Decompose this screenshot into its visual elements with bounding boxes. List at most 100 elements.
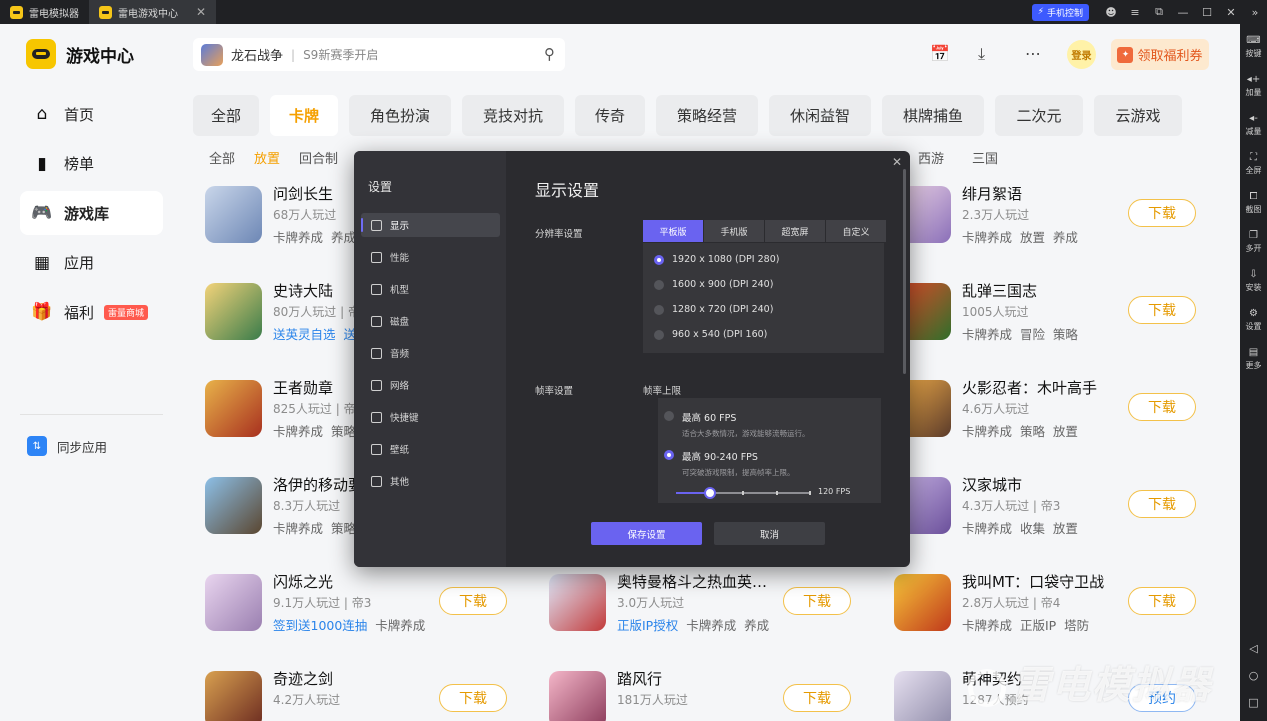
subcategory-tab[interactable]: 西游 [918, 148, 944, 167]
toolbar-settings[interactable]: ⚙ 设置 [1240, 301, 1267, 340]
search-icon[interactable]: ⚲ [544, 45, 555, 63]
category-tab[interactable]: 策略经营 [656, 95, 758, 136]
game-card[interactable]: 踏风行 181万人玩过 下载 [549, 663, 879, 721]
settings-nav-performance[interactable]: 性能 [361, 245, 500, 269]
settings-nav-network[interactable]: 网络 [361, 373, 500, 397]
dialog-close-icon[interactable]: ✕ [892, 155, 902, 169]
game-title[interactable]: 汉家城市 [962, 474, 1022, 495]
calendar-icon[interactable]: 📅 [930, 44, 950, 63]
sync-apps-button[interactable]: ⇅ 同步应用 [27, 436, 107, 456]
game-title[interactable]: 史诗大陆 [273, 280, 333, 301]
game-title[interactable]: 奇迹之剑 [273, 668, 333, 689]
game-card[interactable]: 奇迹之剑 4.2万人玩过 下载 [205, 663, 535, 721]
toolbar-install[interactable]: ⇩ 安装 [1240, 262, 1267, 301]
resolution-option[interactable]: 1920 x 1080 (DPI 280) [654, 254, 779, 265]
sidebar-item-gift[interactable]: 🎁 福利 雷量商城 [20, 290, 163, 334]
settings-scrollbar[interactable] [903, 169, 906, 374]
game-card[interactable]: 乱弹三国志 1005人玩过 卡牌养成 冒险 策略 下载 [894, 275, 1224, 350]
settings-nav-shortcut[interactable]: 快捷键 [361, 405, 500, 429]
minimize-icon[interactable]: — [1171, 0, 1195, 24]
category-tab[interactable]: 全部 [193, 95, 259, 136]
game-icon[interactable] [205, 574, 262, 631]
game-icon[interactable] [894, 671, 951, 721]
game-title[interactable]: 问剑长生 [273, 183, 333, 204]
resolution-tab[interactable]: 超宽屏 [765, 220, 825, 242]
radio-button[interactable] [654, 304, 664, 315]
game-title[interactable]: 火影忍者：木叶高手 [962, 377, 1097, 398]
more-options-icon[interactable]: ⋯ [1025, 44, 1041, 63]
restore-window-icon[interactable]: ⧉ [1147, 0, 1171, 24]
settings-nav-display[interactable]: 显示 [361, 213, 500, 237]
game-icon[interactable] [205, 671, 262, 721]
radio-button[interactable] [654, 279, 664, 290]
sidebar-item-apps[interactable]: ▦ 应用 [20, 241, 163, 285]
game-title[interactable]: 踏风行 [617, 668, 662, 689]
game-icon[interactable] [894, 574, 951, 631]
resolution-option[interactable]: 960 x 540 (DPI 160) [654, 329, 767, 340]
sidebar-item-chart[interactable]: ▮ 榜单 [20, 142, 163, 186]
account-icon[interactable]: ☻ [1099, 0, 1123, 24]
close-window-icon[interactable]: ✕ [1219, 0, 1243, 24]
fps-slider[interactable] [676, 487, 811, 499]
category-tab[interactable]: 传奇 [575, 95, 645, 136]
download-button[interactable]: 下载 [1128, 199, 1196, 227]
download-button[interactable]: 下载 [1128, 296, 1196, 324]
game-icon[interactable] [549, 574, 606, 631]
game-icon[interactable] [205, 283, 262, 340]
game-card[interactable]: 绯月絮语 2.3万人玩过 卡牌养成 放置 养成 下载 [894, 178, 1224, 253]
category-tab[interactable]: 休闲益智 [769, 95, 871, 136]
category-tab[interactable]: 竞技对抗 [462, 95, 564, 136]
login-button[interactable]: 登录 [1067, 40, 1096, 69]
game-icon[interactable] [205, 380, 262, 437]
toolbar-volume-down[interactable]: ◂- 减量 [1240, 106, 1267, 145]
search-bar[interactable]: 龙石战争 | S9新赛季开启 ⚲ [193, 38, 565, 71]
resolution-tab[interactable]: 自定义 [826, 220, 886, 242]
tab-game-center[interactable]: 雷电游戏中心 ✕ [89, 0, 217, 24]
subcategory-tab[interactable]: 全部 [209, 148, 235, 167]
category-tab[interactable]: 卡牌 [270, 95, 338, 136]
toolbar-keyboard[interactable]: ⌨ 按键 [1240, 28, 1267, 67]
tab-close-icon[interactable]: ✕ [196, 5, 206, 19]
phone-control-button[interactable]: ⚡ 手机控制 [1031, 3, 1089, 21]
resolution-tab[interactable]: 平板版 [643, 220, 703, 242]
maximize-icon[interactable]: ☐ [1195, 0, 1219, 24]
fps-slider-handle[interactable] [703, 487, 716, 499]
back-icon[interactable]: ◁ [1249, 642, 1257, 655]
game-card[interactable]: 我叫MT：口袋守卫战 2.8万人玩过 | 帝4 卡牌养成 正版IP 塔防 下载 [894, 566, 1224, 641]
category-tab[interactable]: 棋牌捕鱼 [882, 95, 984, 136]
settings-nav-audio[interactable]: 音频 [361, 341, 500, 365]
recents-icon[interactable]: □ [1248, 696, 1258, 709]
download-button[interactable]: 下载 [1128, 393, 1196, 421]
game-promo-tag[interactable]: 签到送1000连抽 [273, 618, 367, 633]
resolution-option[interactable]: 1600 x 900 (DPI 240) [654, 279, 773, 290]
toolbar-more[interactable]: ▤ 更多 [1240, 340, 1267, 379]
game-title[interactable]: 绯月絮语 [962, 183, 1022, 204]
game-title[interactable]: 洛伊的移动要 [273, 474, 363, 495]
game-card[interactable]: 火影忍者：木叶高手 4.6万人玩过 卡牌养成 策略 放置 下载 [894, 372, 1224, 447]
game-promo-tag[interactable]: 正版IP授权 [617, 618, 678, 633]
download-button[interactable]: 下载 [439, 587, 507, 615]
download-button[interactable]: 下载 [783, 684, 851, 712]
game-title[interactable]: 王者勋章 [273, 377, 333, 398]
settings-nav-other[interactable]: 其他 [361, 469, 500, 493]
toolbar-screenshot[interactable]: ⧠ 截图 [1240, 184, 1267, 223]
save-settings-button[interactable]: 保存设置 [591, 522, 702, 545]
game-icon[interactable] [549, 671, 606, 721]
download-button[interactable]: 下载 [1128, 587, 1196, 615]
cancel-button[interactable]: 取消 [714, 522, 825, 545]
category-tab[interactable]: 云游戏 [1094, 95, 1182, 136]
settings-nav-wallpaper[interactable]: 壁纸 [361, 437, 500, 461]
tab-emulator[interactable]: 雷电模拟器 [0, 0, 89, 24]
subcategory-tab[interactable]: 三国 [972, 148, 998, 167]
category-tab[interactable]: 角色扮演 [349, 95, 451, 136]
resolution-tab[interactable]: 手机版 [704, 220, 764, 242]
settings-nav-disk[interactable]: 磁盘 [361, 309, 500, 333]
fps-option[interactable]: 最高 90-240 FPS 可突破游戏限制，提高帧率上限。 [664, 449, 795, 478]
download-button[interactable]: 下载 [439, 684, 507, 712]
sidebar-item-home[interactable]: ⌂ 首页 [20, 92, 163, 136]
download-button[interactable]: 下载 [1128, 490, 1196, 518]
game-card[interactable]: 奥特曼格斗之热血英… 3.0万人玩过 正版IP授权 卡牌养成 养成 下载 [549, 566, 879, 641]
settings-nav-device-model[interactable]: 机型 [361, 277, 500, 301]
radio-button[interactable] [654, 329, 664, 340]
toolbar-multi-instance[interactable]: ❐ 多开 [1240, 223, 1267, 262]
